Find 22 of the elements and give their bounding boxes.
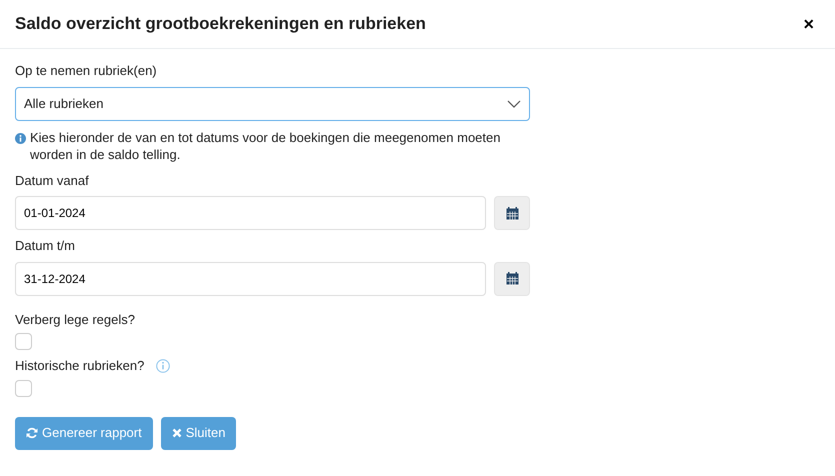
field-label: Datum t/m [15,237,76,255]
date-field[interactable]: 01-01-2024 [15,196,486,230]
checkbox[interactable] [15,380,32,396]
field-label: Op te nemen rubriek(en) [15,62,158,80]
calendar-icon [506,206,518,220]
close-icon [172,428,182,438]
field-label: Datum vanaf [15,172,90,190]
date-field[interactable]: 31-12-2024 [15,262,486,296]
chevron-down-icon [507,100,521,108]
info-icon[interactable] [156,358,170,373]
close-button[interactable]: × [797,15,820,33]
checkbox-label: Historische rubrieken? [15,357,144,375]
select-field[interactable]: Alle rubrieken [15,86,530,120]
info-text: Kies hieronder de van en tot datums voor de boekingen die meegenomen moeten worden in de saldo telling. [30,128,502,162]
checkbox-label: Verberg lege regels? [15,310,135,329]
window-title: Saldo overzicht grootboekrekeningen en rubrieken [15,13,426,36]
calendar-button[interactable] [494,196,530,230]
info-icon [15,132,26,144]
calendar-icon [506,272,518,285]
calendar-button[interactable] [494,262,530,296]
refresh-icon [26,427,38,439]
checkbox[interactable] [15,333,32,350]
